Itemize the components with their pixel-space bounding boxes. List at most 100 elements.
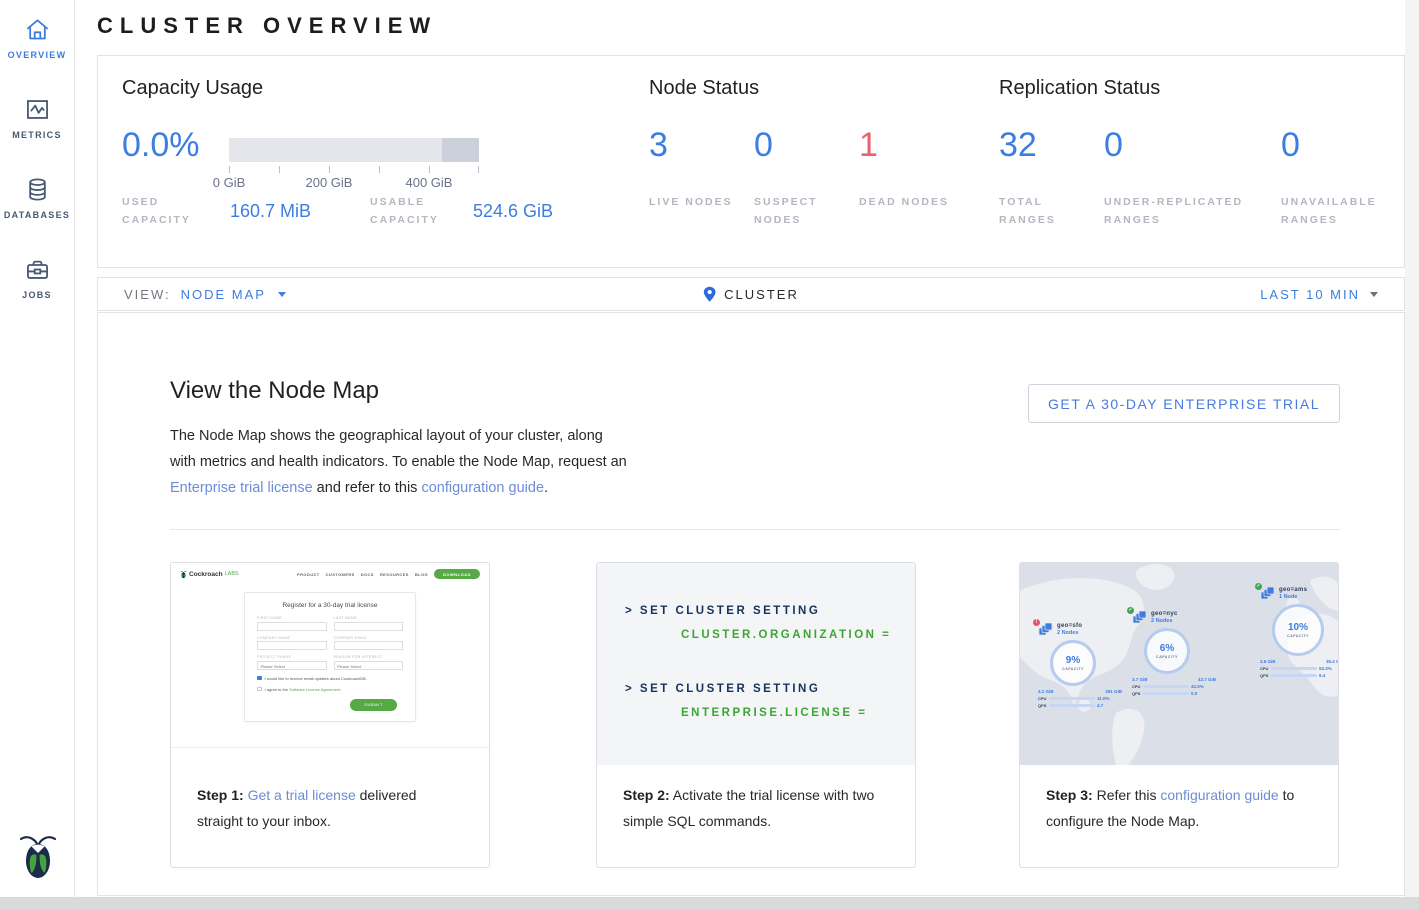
cpu-label: CPU <box>1260 666 1269 671</box>
briefcase-icon <box>24 256 51 283</box>
cpu-value: 42.5% <box>1191 684 1204 689</box>
get-enterprise-trial-button[interactable]: GET A 30-DAY ENTERPRISE TRIAL <box>1028 384 1340 423</box>
metrics-chart-icon <box>24 96 51 123</box>
nav-item: BLOG <box>415 572 428 577</box>
world-map: ! geo=sfo 2 Nodes <box>1020 563 1338 765</box>
disk-total: 43.7 GiB <box>1198 677 1216 682</box>
capacity-gauge: 6% CAPACITY <box>1144 628 1190 674</box>
step-3-caption: Step 3: Refer this configuration guide t… <box>1020 765 1338 834</box>
capacity-usage-title: Capacity Usage <box>122 77 263 100</box>
sql-command-prompt: > SET CLUSTER SETTING <box>625 605 820 617</box>
location-pin-icon <box>703 286 716 303</box>
cpu-value: 11.0% <box>1097 696 1110 701</box>
region-node-count: 2 Nodes <box>1151 618 1178 624</box>
cockroach-website-thumbnail: Cockroach LABS PRODUCT CUSTOMERS DOCS RE… <box>171 563 489 748</box>
nav-item: RESOURCES <box>380 572 409 577</box>
nav-item: DOCS <box>361 572 374 577</box>
status-warning-icon: ! <box>1033 619 1040 626</box>
configuration-guide-link[interactable]: configuration guide <box>421 480 544 496</box>
field-input <box>334 641 404 650</box>
qps-sparkline <box>1271 674 1317 677</box>
promo-text: The Node Map shows the geographical layo… <box>170 428 627 470</box>
step-2-card: > SET CLUSTER SETTING CLUSTER.ORGANIZATI… <box>596 562 916 868</box>
chevron-down-icon <box>1370 292 1378 297</box>
node-map-region-sfo: ! geo=sfo 2 Nodes <box>1038 623 1142 708</box>
dead-nodes-count: 1 <box>859 126 878 165</box>
used-capacity-label: USED CAPACITY <box>122 193 212 229</box>
configuration-guide-link[interactable]: configuration guide <box>1160 787 1278 803</box>
qps-label: QPS <box>1132 691 1141 696</box>
cockroach-labs-logo <box>0 831 75 881</box>
usable-capacity-value: 524.6 GiB <box>473 201 553 222</box>
field-select: Please Select <box>334 661 404 670</box>
capacity-percent: 6% <box>1160 643 1174 654</box>
field-label: LAST NAME <box>334 616 404 620</box>
enterprise-trial-license-link[interactable]: Enterprise trial license <box>170 480 313 496</box>
field-label: PROJECT PHASE <box>257 655 327 659</box>
node-stack-icon <box>1260 587 1275 600</box>
region-node-count: 2 Nodes <box>1057 630 1082 636</box>
sidebar-item-databases[interactable]: DATABASES <box>0 160 74 240</box>
sidebar-item-jobs[interactable]: JOBS <box>0 240 74 320</box>
sidebar-item-label: DATABASES <box>4 210 70 220</box>
download-pill: DOWNLOAD <box>434 569 480 579</box>
dead-nodes-label: DEAD NODES <box>859 193 949 211</box>
field-label: REASON FOR INTEREST <box>334 655 404 659</box>
logo-suffix: LABS <box>225 571 239 577</box>
field-input <box>257 622 327 631</box>
under-replicated-count: 0 <box>1104 126 1123 165</box>
form-title: Register for a 30-day trial license <box>257 602 403 609</box>
mini-site-nav: PRODUCT CUSTOMERS DOCS RESOURCES BLOG DO… <box>297 569 480 579</box>
chevron-down-icon <box>278 292 286 297</box>
bottom-scrollbar-track[interactable] <box>0 897 1419 910</box>
suspect-nodes-count: 0 <box>754 126 773 165</box>
view-toolbar: VIEW: NODE MAP CLUSTER LAST 10 MIN <box>97 277 1405 311</box>
disk-total: 351 GiB <box>1105 689 1122 694</box>
sidebar-item-metrics[interactable]: METRICS <box>0 80 74 160</box>
tick-label-0: 0 GiB <box>213 175 246 190</box>
capacity-label: CAPACITY <box>1156 655 1178 659</box>
qps-value: 6.4 <box>1319 673 1325 678</box>
total-ranges-label: TOTAL RANGES <box>999 193 1089 229</box>
step-number: Step 1: <box>197 787 244 803</box>
disk-used: 3.6 GiB <box>1260 659 1276 664</box>
promo-heading: View the Node Map <box>170 377 379 405</box>
sidebar-item-overview[interactable]: OVERVIEW <box>0 0 74 80</box>
step-3-node-map-thumbnail: ! geo=sfo 2 Nodes <box>1020 563 1338 765</box>
node-map-promo-panel: View the Node Map The Node Map shows the… <box>97 312 1405 896</box>
disk-used: 3.2 GiB <box>1038 689 1054 694</box>
qps-label: QPS <box>1260 673 1269 678</box>
time-range-dropdown[interactable]: LAST 10 MIN <box>1260 287 1378 302</box>
under-replicated-label: UNDER-REPLICATED RANGES <box>1104 193 1269 229</box>
mini-site-logo: Cockroach LABS <box>180 570 239 579</box>
sidebar-item-label: METRICS <box>12 130 62 140</box>
unavailable-label: UNAVAILABLE RANGES <box>1281 193 1411 229</box>
capacity-label: CAPACITY <box>1287 634 1309 638</box>
page-gutter <box>1405 0 1419 910</box>
step-1-screenshot: Cockroach LABS PRODUCT CUSTOMERS DOCS RE… <box>171 563 489 765</box>
get-trial-license-link[interactable]: Get a trial license <box>248 787 356 803</box>
capacity-axis-ticks <box>229 166 479 173</box>
cluster-summary-card: Capacity Usage 0.0% 0 GiB 200 GiB 400 Gi… <box>97 55 1405 268</box>
cpu-value: 53.3% <box>1319 666 1332 671</box>
tick-label-200: 200 GiB <box>306 175 353 190</box>
cockroach-bug-icon <box>180 570 187 579</box>
sql-setting-name: ENTERPRISE.LICENSE = <box>681 707 867 719</box>
cpu-label: CPU <box>1132 684 1141 689</box>
nav-item: PRODUCT <box>297 572 320 577</box>
database-icon <box>24 176 51 203</box>
capacity-gauge-bar <box>229 138 479 162</box>
page-title: CLUSTER OVERVIEW <box>97 13 437 39</box>
promo-text: . <box>544 480 548 496</box>
sidebar-item-label: JOBS <box>22 290 52 300</box>
capacity-percent: 10% <box>1288 622 1308 633</box>
step-2-caption: Step 2: Activate the trial license with … <box>597 765 915 834</box>
view-selector-dropdown[interactable]: VIEW: NODE MAP <box>124 287 286 302</box>
promo-text: and refer to this <box>313 480 422 496</box>
qps-value: 0.0 <box>1191 691 1197 696</box>
region-name: geo=sfo <box>1057 623 1082 629</box>
node-status-title: Node Status <box>649 77 759 100</box>
view-value: NODE MAP <box>181 287 266 302</box>
capacity-gauge-dark-segment <box>442 138 480 162</box>
live-nodes-count: 3 <box>649 126 668 165</box>
